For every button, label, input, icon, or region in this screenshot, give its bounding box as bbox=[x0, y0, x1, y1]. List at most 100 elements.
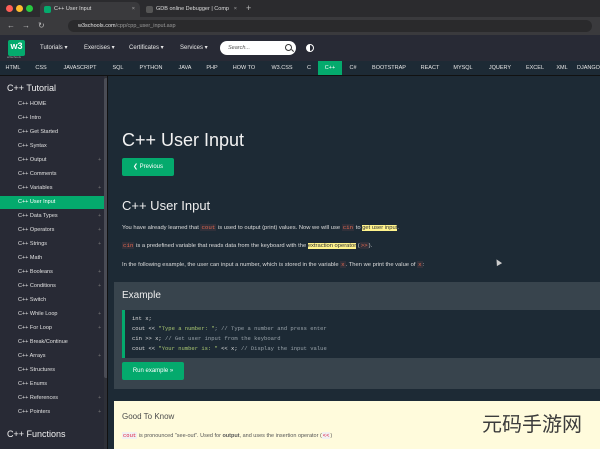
sidebar-item-data-types[interactable]: C++ Data Types + bbox=[0, 210, 104, 223]
sidebar-item-label: C++ Enums bbox=[18, 381, 48, 387]
w3schools-favicon-icon bbox=[44, 6, 51, 13]
sidebar-item-home[interactable]: C++ HOME bbox=[0, 98, 104, 111]
inline-code: cin bbox=[341, 224, 355, 231]
sidebar-item-break-continue[interactable]: C++ Break/Continue bbox=[0, 336, 104, 349]
expand-icon[interactable]: + bbox=[98, 238, 101, 251]
menu-exercises[interactable]: Exercises ▾ bbox=[84, 35, 115, 61]
logo-subtext: w3schools bbox=[7, 55, 22, 59]
w3schools-logo[interactable]: w3 bbox=[8, 40, 25, 56]
sidebar-item-structures[interactable]: C++ Structures bbox=[0, 364, 104, 377]
forward-button[interactable]: → bbox=[22, 20, 30, 32]
lang-cpp[interactable]: C++ bbox=[318, 61, 342, 75]
section-title: C++ User Input bbox=[122, 198, 211, 213]
sidebar-item-conditions[interactable]: C++ Conditions + bbox=[0, 280, 104, 293]
sidebar-item-references[interactable]: C++ References + bbox=[0, 392, 104, 405]
page-title: C++ User Input bbox=[122, 130, 245, 150]
sidebar-item-label: C++ Pointers bbox=[18, 409, 51, 415]
sidebar-item-enums[interactable]: C++ Enums bbox=[0, 378, 104, 391]
sidebar-item-intro[interactable]: C++ Intro bbox=[0, 112, 104, 125]
dark-mode-toggle-icon[interactable] bbox=[306, 44, 314, 52]
sidebar-item-label: C++ References bbox=[18, 395, 59, 401]
previous-button[interactable]: ❮ Previous bbox=[122, 158, 174, 176]
lang-jquery[interactable]: JQUERY bbox=[483, 61, 517, 75]
close-tab-icon[interactable]: × bbox=[234, 2, 237, 17]
search-input[interactable]: Search... bbox=[220, 41, 296, 55]
tab-inactive[interactable]: GDB online Debugger | Comp × bbox=[142, 2, 242, 17]
sidebar-item-booleans[interactable]: C++ Booleans + bbox=[0, 266, 104, 279]
maximize-window-icon[interactable] bbox=[26, 5, 33, 12]
lang-xml[interactable]: XML bbox=[553, 61, 571, 75]
lang-csharp[interactable]: C# bbox=[344, 61, 362, 75]
back-button[interactable]: ← bbox=[7, 20, 15, 32]
lang-react[interactable]: REACT bbox=[416, 61, 444, 75]
sidebar-item-syntax[interactable]: C++ Syntax bbox=[0, 140, 104, 153]
sidebar-item-output[interactable]: C++ Output + bbox=[0, 154, 104, 167]
menu-tutorials[interactable]: Tutorials ▾ bbox=[40, 35, 67, 61]
text: You have already learned that bbox=[122, 225, 201, 231]
paragraph-3: In the following example, the user can i… bbox=[122, 261, 424, 268]
sidebar-item-get-started[interactable]: C++ Get Started bbox=[0, 126, 104, 139]
lang-php[interactable]: PHP bbox=[201, 61, 223, 75]
lang-css[interactable]: CSS bbox=[30, 61, 52, 75]
sidebar-item-pointers[interactable]: C++ Pointers + bbox=[0, 406, 104, 419]
tab-title: C++ User Input bbox=[54, 6, 92, 12]
expand-icon[interactable]: + bbox=[98, 154, 101, 167]
code-text: cin >> x; bbox=[132, 335, 166, 342]
expand-icon[interactable]: + bbox=[98, 210, 101, 223]
expand-icon[interactable]: + bbox=[98, 406, 101, 419]
sidebar-item-while-loop[interactable]: C++ While Loop + bbox=[0, 308, 104, 321]
sidebar-item-operators[interactable]: C++ Operators + bbox=[0, 224, 104, 237]
sidebar-item-math[interactable]: C++ Math bbox=[0, 252, 104, 265]
sidebar-item-variables[interactable]: C++ Variables + bbox=[0, 182, 104, 195]
lang-django[interactable]: DJANGO bbox=[577, 61, 600, 75]
lang-w3css[interactable]: W3.CSS bbox=[265, 61, 299, 75]
code-line: cin >> x; // Get user input from the key… bbox=[132, 334, 600, 344]
code-string: "Type a number: " bbox=[158, 325, 215, 332]
new-tab-button[interactable]: + bbox=[246, 2, 251, 15]
expand-icon[interactable]: + bbox=[98, 280, 101, 293]
expand-icon[interactable]: + bbox=[98, 182, 101, 195]
sidebar-item-for-loop[interactable]: C++ For Loop + bbox=[0, 322, 104, 335]
lang-mysql[interactable]: MYSQL bbox=[448, 61, 478, 75]
code-comment: // Get user input from the keyboard bbox=[165, 335, 281, 342]
expand-icon[interactable]: + bbox=[98, 224, 101, 237]
sidebar-item-label: C++ For Loop bbox=[18, 325, 52, 331]
code-comment: ; // Type a number and press enter bbox=[214, 325, 327, 332]
text: . bbox=[397, 225, 399, 231]
sidebar-item-label: C++ Operators bbox=[18, 227, 55, 233]
expand-icon[interactable]: + bbox=[98, 308, 101, 321]
sidebar-item-strings[interactable]: C++ Strings + bbox=[0, 238, 104, 251]
lang-python[interactable]: PYTHON bbox=[133, 61, 169, 75]
lang-sql[interactable]: SQL bbox=[108, 61, 128, 75]
close-window-icon[interactable] bbox=[6, 5, 13, 12]
minimize-window-icon[interactable] bbox=[16, 5, 23, 12]
lang-html[interactable]: HTML bbox=[0, 61, 26, 75]
expand-icon[interactable]: + bbox=[98, 322, 101, 335]
tab-active[interactable]: C++ User Input × bbox=[40, 2, 140, 17]
menu-services[interactable]: Services ▾ bbox=[180, 35, 208, 61]
sidebar-item-label: C++ Conditions bbox=[18, 283, 56, 289]
lang-howto[interactable]: HOW TO bbox=[227, 61, 261, 75]
tab-title: GDB online Debugger | Comp bbox=[156, 6, 229, 12]
sidebar-item-comments[interactable]: C++ Comments bbox=[0, 168, 104, 181]
close-tab-icon[interactable]: × bbox=[132, 2, 135, 17]
run-example-button[interactable]: Run example » bbox=[122, 362, 184, 380]
search-icon[interactable] bbox=[285, 44, 292, 51]
lang-c[interactable]: C bbox=[302, 61, 316, 75]
expand-icon[interactable]: + bbox=[98, 350, 101, 363]
code-text: << x; bbox=[217, 345, 241, 352]
url-input[interactable]: w3schools.com/cpp/cpp_user_input.asp bbox=[68, 20, 592, 32]
sidebar-item-arrays[interactable]: C++ Arrays + bbox=[0, 350, 104, 363]
lang-bootstrap[interactable]: BOOTSTRAP bbox=[366, 61, 412, 75]
menu-certificates[interactable]: Certificates ▾ bbox=[129, 35, 164, 61]
expand-icon[interactable]: + bbox=[98, 266, 101, 279]
sidebar-item-switch[interactable]: C++ Switch bbox=[0, 294, 104, 307]
lang-excel[interactable]: EXCEL bbox=[521, 61, 549, 75]
sidebar-item-user-input[interactable]: C++ User Input bbox=[0, 196, 104, 209]
lang-java[interactable]: JAVA bbox=[173, 61, 197, 75]
lang-javascript[interactable]: JAVASCRIPT bbox=[56, 61, 104, 75]
sidebar-item-label: C++ Syntax bbox=[18, 143, 47, 149]
reload-button[interactable]: ↻ bbox=[38, 20, 45, 32]
expand-icon[interactable]: + bbox=[98, 392, 101, 405]
paragraph-2: cin is a predefined variable that reads … bbox=[122, 242, 372, 249]
